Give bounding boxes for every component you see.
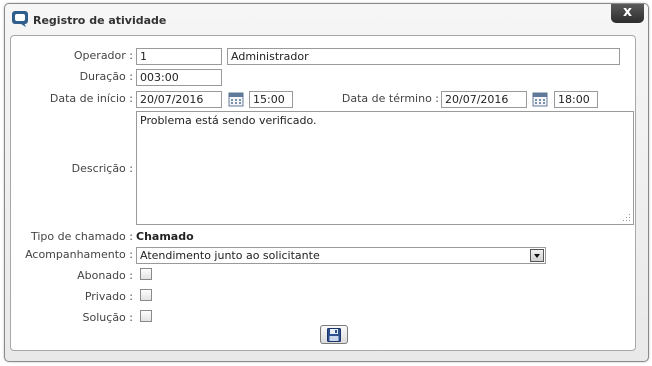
acompanhamento-label: Acompanhamento : [25,248,133,261]
solucao-label: Solução : [82,311,133,324]
data-termino-time-field[interactable]: 18:00 [554,91,598,108]
tipo-chamado-value: Chamado [136,230,194,243]
dialog-titlebar: Registro de atividade x [5,4,648,34]
floppy-disk-icon [327,328,341,342]
save-button[interactable] [320,325,348,344]
operador-code-field[interactable]: 1 [136,48,222,65]
data-termino-date-field[interactable]: 20/07/2016 [441,91,527,108]
data-inicio-date-field[interactable]: 20/07/2016 [136,91,222,108]
acompanhamento-selected: Atendimento junto ao solicitante [140,249,320,262]
data-inicio-time-field[interactable]: 15:00 [249,91,293,108]
descricao-text: Problema está sendo verificado. [140,114,317,127]
close-button[interactable]: x [611,4,644,23]
form-panel: Operador : 1 Administrador Duração : 003… [10,35,636,351]
resize-grip-icon[interactable] [623,214,631,222]
abonado-checkbox[interactable] [140,268,152,280]
acompanhamento-select[interactable]: Atendimento junto ao solicitante [136,247,546,264]
abonado-label: Abonado : [77,269,133,282]
operador-label: Operador : [73,49,133,62]
calendar-icon[interactable] [228,91,244,107]
data-inicio-label: Data de início : [49,92,133,105]
tipo-chamado-label: Tipo de chamado : [30,230,133,243]
close-icon: x [622,4,633,20]
data-termino-label: Data de término : [341,92,439,105]
privado-label: Privado : [84,290,133,303]
duracao-field[interactable]: 003:00 [136,69,222,86]
solucao-checkbox[interactable] [140,310,152,322]
privado-checkbox[interactable] [140,289,152,301]
chat-app-icon [12,11,28,27]
descricao-label: Descrição : [71,162,133,175]
dialog-title: Registro de atividade [33,14,167,27]
activity-dialog: Registro de atividade x Operador : 1 Adm… [4,3,649,362]
operador-name-field[interactable]: Administrador [227,48,620,65]
duracao-label: Duração : [79,70,133,83]
descricao-textarea[interactable]: Problema está sendo verificado. [136,111,634,225]
chevron-down-icon[interactable] [530,249,544,262]
calendar-icon[interactable] [532,91,548,107]
